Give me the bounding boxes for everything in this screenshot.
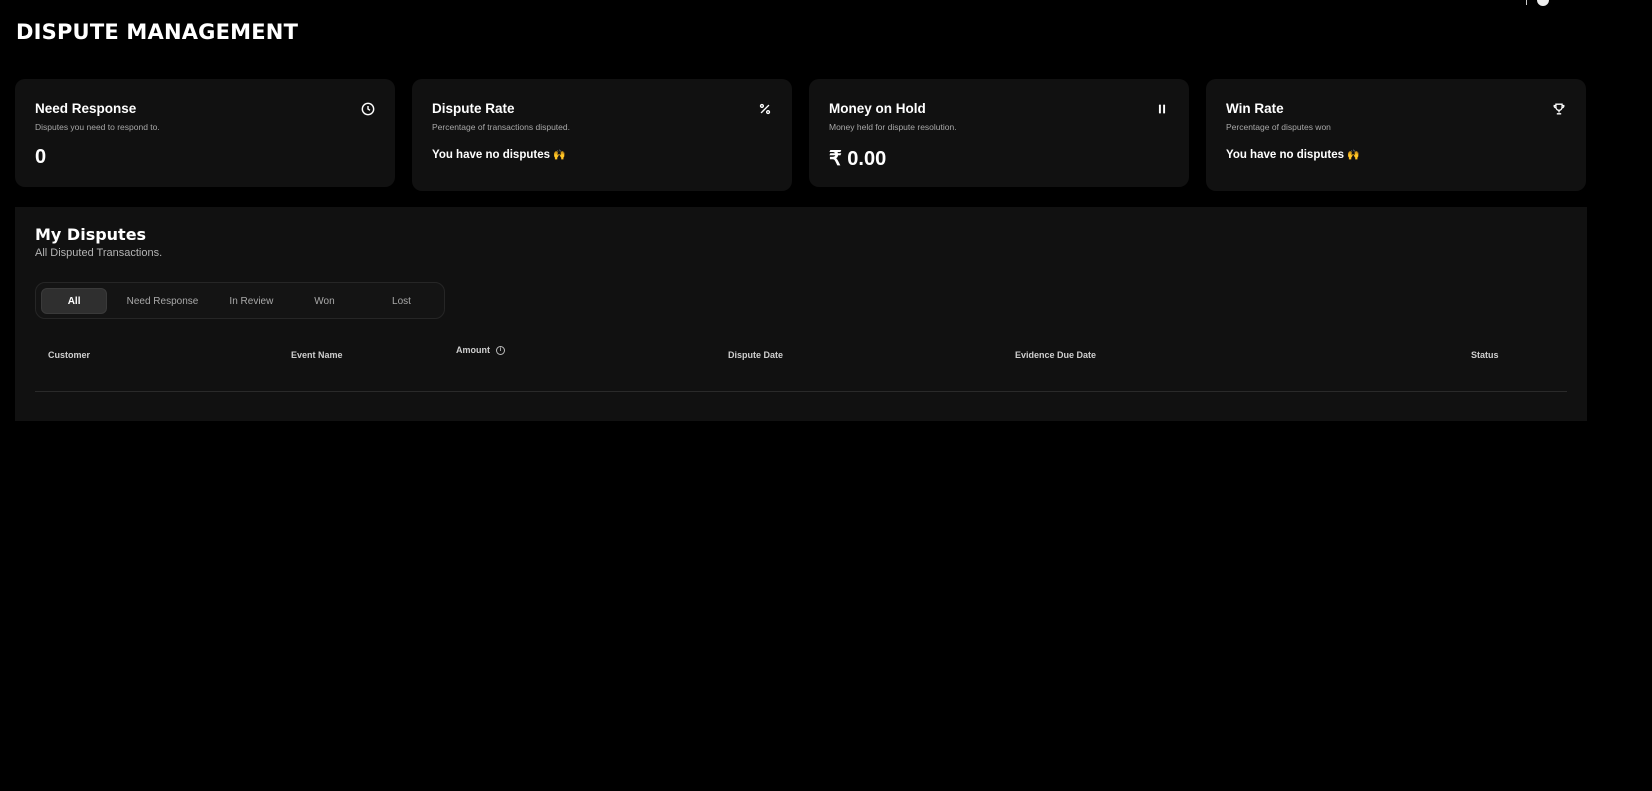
card-subtitle: Percentage of transactions disputed.	[432, 122, 570, 132]
tab-in-review[interactable]: In Review	[218, 288, 285, 314]
avatar[interactable]	[1537, 0, 1549, 6]
card-value: ₹ 0.00	[829, 148, 887, 170]
column-header-customer[interactable]: Customer	[48, 350, 90, 360]
column-header-event-name[interactable]: Event Name	[291, 350, 343, 360]
card-title: Money on Hold	[829, 101, 926, 116]
empty-text: You have no disputes	[1226, 149, 1344, 161]
card-subtitle: Money held for dispute resolution.	[829, 122, 957, 132]
clock-icon	[361, 102, 375, 116]
divider	[1526, 0, 1527, 5]
page-title: DISPUTE MANAGEMENT	[16, 20, 299, 44]
card-empty-message: You have no disputes 🙌	[1226, 149, 1566, 161]
my-disputes-panel: My Disputes All Disputed Transactions. A…	[15, 207, 1587, 421]
info-icon[interactable]: i	[496, 345, 505, 355]
panel-subtitle: All Disputed Transactions.	[35, 247, 163, 259]
card-title: Win Rate	[1226, 101, 1284, 116]
column-header-evidence-due-date[interactable]: Evidence Due Date	[1015, 350, 1096, 360]
tab-won[interactable]: Won	[285, 288, 364, 314]
column-header-dispute-date[interactable]: Dispute Date	[728, 350, 783, 360]
tab-all[interactable]: All	[41, 288, 108, 314]
card-subtitle: Percentage of disputes won	[1226, 122, 1331, 132]
card-empty-message: You have no disputes 🙌	[432, 149, 772, 161]
column-header-amount-label: Amount	[456, 345, 490, 355]
card-value: 0	[35, 146, 47, 168]
percent-icon	[758, 102, 772, 116]
dispute-filter-tabs: All Need Response In Review Won Lost	[35, 282, 445, 319]
card-title: Need Response	[35, 101, 137, 116]
panel-title: My Disputes	[35, 225, 147, 244]
tab-need-response[interactable]: Need Response	[107, 288, 218, 314]
raised-hands-emoji: 🙌	[553, 150, 566, 161]
topbar-remnant	[1526, 0, 1549, 6]
stat-card-money-on-hold: Money on Hold Money held for dispute res…	[809, 79, 1189, 187]
empty-text: You have no disputes	[432, 149, 550, 161]
card-title: Dispute Rate	[432, 101, 515, 116]
card-subtitle: Disputes you need to respond to.	[35, 122, 160, 132]
tab-lost[interactable]: Lost	[364, 288, 439, 314]
table-header: Customer Event Name Amount i Dispute Dat…	[35, 345, 1567, 392]
column-header-status[interactable]: Status	[1471, 350, 1499, 360]
pause-icon	[1155, 102, 1169, 116]
raised-hands-emoji: 🙌	[1347, 150, 1360, 161]
stat-card-dispute-rate: Dispute Rate Percentage of transactions …	[412, 79, 792, 191]
column-header-amount[interactable]: Amount i	[456, 345, 505, 355]
stat-card-need-response: Need Response Disputes you need to respo…	[15, 79, 395, 187]
trophy-icon	[1552, 102, 1566, 116]
stat-card-win-rate: Win Rate Percentage of disputes won You …	[1206, 79, 1586, 191]
